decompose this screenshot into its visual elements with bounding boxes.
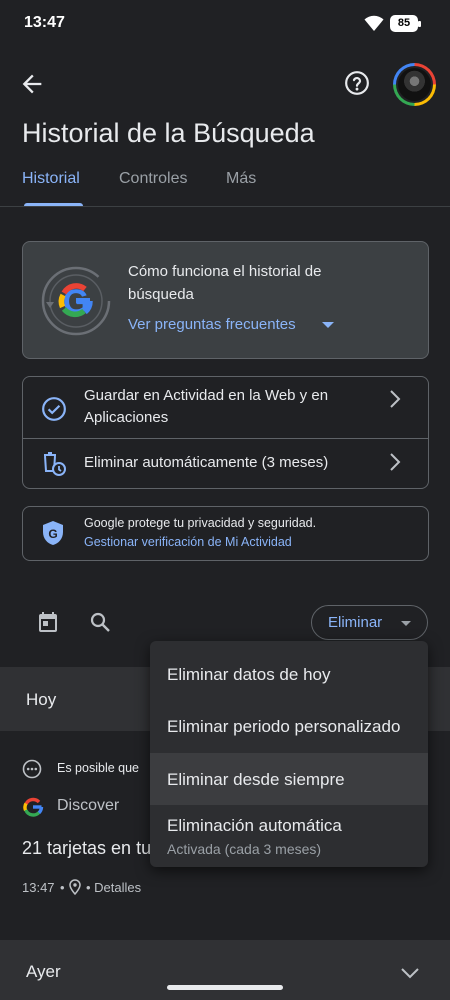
help-icon[interactable]: [344, 70, 370, 96]
menu-item-auto-delete-sub: Activada (cada 3 meses): [167, 841, 322, 857]
delete-button[interactable]: Eliminar: [311, 605, 428, 640]
meta-separator: •: [60, 880, 65, 895]
settings-divider: [22, 438, 429, 439]
tab-divider: [0, 206, 450, 207]
chevron-right-icon[interactable]: [388, 389, 402, 409]
menu-item-delete-custom-range[interactable]: Eliminar periodo personalizado: [150, 717, 428, 737]
details-link[interactable]: • Detalles: [86, 880, 141, 895]
section-header-yesterday[interactable]: [0, 940, 450, 1000]
menu-item-auto-delete-label: Eliminación automática: [167, 816, 342, 835]
check-circle-icon: [42, 397, 66, 421]
search-icon[interactable]: [88, 610, 112, 634]
tab-historial[interactable]: Historial: [22, 170, 80, 188]
tab-controles[interactable]: Controles: [119, 170, 187, 188]
source-label: Discover: [57, 797, 120, 814]
menu-item-delete-today[interactable]: Eliminar datos de hoy: [150, 665, 428, 685]
google-history-icon: G: [41, 266, 111, 336]
back-arrow-icon[interactable]: [18, 70, 46, 98]
page-title: Historial de la Búsqueda: [22, 118, 315, 148]
tab-mas[interactable]: Más: [226, 170, 256, 188]
notice-text: Es posible que: [57, 761, 140, 775]
chevron-down-icon: [401, 621, 411, 626]
info-card-title: Cómo funciona el historial de búsqueda: [128, 263, 322, 303]
history-item-time: 13:47: [22, 880, 55, 895]
chevron-right-icon[interactable]: [388, 452, 402, 472]
faq-link[interactable]: Ver preguntas frecuentes: [128, 316, 296, 333]
calendar-icon[interactable]: [36, 610, 60, 634]
svg-text:G: G: [48, 527, 57, 541]
status-time: 13:47: [24, 14, 65, 31]
google-logo-icon: [23, 797, 44, 817]
manage-verification-link[interactable]: Gestionar verificación de Mi Actividad: [84, 535, 292, 549]
chevron-down-icon[interactable]: [400, 966, 420, 980]
menu-item-auto-delete[interactable]: Eliminación automática Activada (cada 3 …: [150, 816, 428, 857]
setting-auto-delete[interactable]: Eliminar automáticamente (3 meses): [84, 452, 374, 474]
wifi-icon: [364, 15, 384, 31]
chevron-down-icon[interactable]: [322, 322, 334, 328]
tab-active-indicator: [24, 203, 83, 206]
menu-item-delete-all-time[interactable]: Eliminar desde siempre: [150, 753, 428, 805]
privacy-text: Google protege tu privacidad y seguridad…: [84, 516, 317, 530]
delete-dropdown-menu: Eliminar datos de hoy Eliminar periodo p…: [150, 641, 428, 867]
history-item-title[interactable]: 21 tarjetas en tu: [22, 838, 151, 859]
home-indicator[interactable]: [167, 985, 283, 990]
delete-button-label: Eliminar: [328, 614, 383, 631]
battery-indicator: 85: [390, 15, 421, 32]
section-title-yesterday: Ayer: [26, 962, 61, 981]
avatar[interactable]: [393, 63, 436, 106]
location-pin-icon: [69, 879, 81, 895]
more-horiz-icon: [22, 759, 42, 779]
privacy-card: [22, 506, 429, 561]
setting-web-activity[interactable]: Guardar en Actividad en la Web y en Apli…: [84, 385, 374, 429]
section-title-today: Hoy: [26, 690, 57, 709]
shield-icon: G: [43, 521, 63, 545]
auto-delete-icon: [44, 452, 66, 476]
